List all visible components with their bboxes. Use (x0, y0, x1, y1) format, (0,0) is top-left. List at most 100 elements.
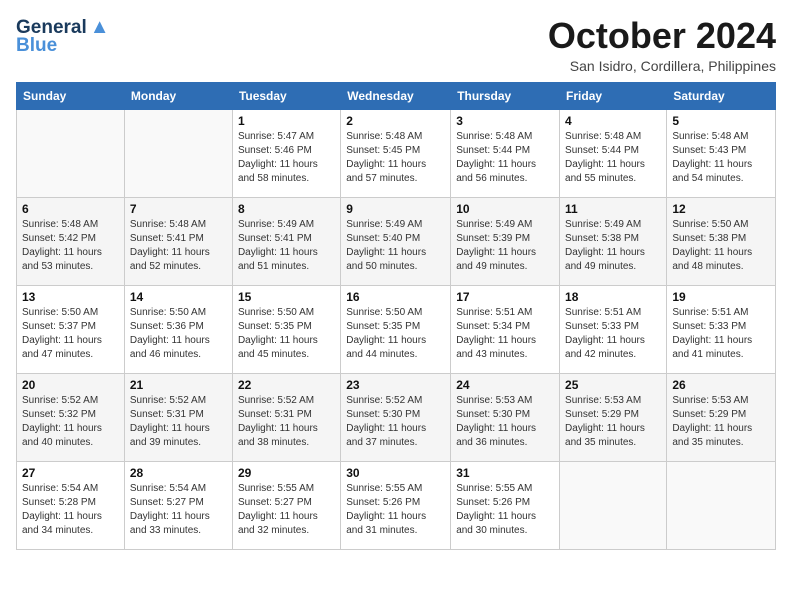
cell-info: Sunrise: 5:52 AMSunset: 5:30 PMDaylight:… (346, 394, 445, 450)
calendar-cell: 15 Sunrise: 5:50 AMSunset: 5:35 PMDayligh… (232, 285, 340, 373)
weekday-header: Sunday (17, 82, 125, 109)
cell-day-number: 7 (130, 202, 227, 216)
calendar-cell: 23 Sunrise: 5:52 AMSunset: 5:30 PMDayligh… (341, 373, 451, 461)
cell-info: Sunrise: 5:54 AMSunset: 5:27 PMDaylight:… (130, 482, 227, 538)
cell-info: Sunrise: 5:50 AMSunset: 5:37 PMDaylight:… (22, 306, 119, 362)
cell-info: Sunrise: 5:53 AMSunset: 5:29 PMDaylight:… (565, 394, 661, 450)
cell-day-number: 6 (22, 202, 119, 216)
cell-info: Sunrise: 5:51 AMSunset: 5:33 PMDaylight:… (672, 306, 770, 362)
month-title: October 2024 (548, 16, 776, 56)
logo: General ▲ Blue (16, 16, 110, 57)
calendar-cell: 30 Sunrise: 5:55 AMSunset: 5:26 PMDayligh… (341, 461, 451, 549)
location-subtitle: San Isidro, Cordillera, Philippines (548, 58, 776, 74)
calendar-cell: 13 Sunrise: 5:50 AMSunset: 5:37 PMDayligh… (17, 285, 125, 373)
cell-info: Sunrise: 5:53 AMSunset: 5:29 PMDaylight:… (672, 394, 770, 450)
calendar-cell: 12Sunrise: 5:50 AMSunset: 5:38 PMDayligh… (667, 197, 776, 285)
logo-bird-icon: ▲ (90, 16, 110, 39)
calendar-cell: 25Sunrise: 5:53 AMSunset: 5:29 PMDayligh… (560, 373, 667, 461)
calendar-cell (124, 109, 232, 197)
cell-info: Sunrise: 5:50 AMSunset: 5:35 PMDaylight:… (238, 306, 335, 362)
calendar-week-row: 13 Sunrise: 5:50 AMSunset: 5:37 PMDayligh… (17, 285, 776, 373)
cell-day-number: 29 (238, 466, 335, 480)
calendar-cell: 21 Sunrise: 5:52 AMSunset: 5:31 PMDayligh… (124, 373, 232, 461)
cell-info: Sunrise: 5:51 AMSunset: 5:33 PMDaylight:… (565, 306, 661, 362)
cell-day-number: 26 (672, 378, 770, 392)
calendar-cell: 19 Sunrise: 5:51 AMSunset: 5:33 PMDayligh… (667, 285, 776, 373)
cell-day-number: 22 (238, 378, 335, 392)
cell-info: Sunrise: 5:52 AMSunset: 5:31 PMDaylight:… (130, 394, 227, 450)
weekday-header: Friday (560, 82, 667, 109)
calendar-cell: 16Sunrise: 5:50 AMSunset: 5:35 PMDayligh… (341, 285, 451, 373)
cell-day-number: 18 (565, 290, 661, 304)
calendar-cell: 10 Sunrise: 5:49 AMSunset: 5:39 PMDayligh… (451, 197, 560, 285)
calendar-cell: 28Sunrise: 5:54 AMSunset: 5:27 PMDayligh… (124, 461, 232, 549)
cell-day-number: 24 (456, 378, 554, 392)
calendar-cell: 11 Sunrise: 5:49 AMSunset: 5:38 PMDayligh… (560, 197, 667, 285)
calendar-cell: 27 Sunrise: 5:54 AMSunset: 5:28 PMDayligh… (17, 461, 125, 549)
cell-info: Sunrise: 5:49 AMSunset: 5:38 PMDaylight:… (565, 218, 661, 274)
calendar-cell: 1 Sunrise: 5:47 AMSunset: 5:46 PMDaylight… (232, 109, 340, 197)
calendar-table: SundayMondayTuesdayWednesdayThursdayFrid… (16, 82, 776, 550)
cell-info: Sunrise: 5:52 AMSunset: 5:31 PMDaylight:… (238, 394, 335, 450)
cell-info: Sunrise: 5:55 AMSunset: 5:26 PMDaylight:… (346, 482, 445, 538)
cell-day-number: 10 (456, 202, 554, 216)
calendar-cell: 20 Sunrise: 5:52 AMSunset: 5:32 PMDayligh… (17, 373, 125, 461)
calendar-cell: 9Sunrise: 5:49 AMSunset: 5:40 PMDaylight… (341, 197, 451, 285)
cell-info: Sunrise: 5:49 AMSunset: 5:39 PMDaylight:… (456, 218, 554, 274)
cell-info: Sunrise: 5:48 AMSunset: 5:44 PMDaylight:… (565, 130, 661, 186)
calendar-cell: 24 Sunrise: 5:53 AMSunset: 5:30 PMDayligh… (451, 373, 560, 461)
calendar-cell: 18 Sunrise: 5:51 AMSunset: 5:33 PMDayligh… (560, 285, 667, 373)
cell-info: Sunrise: 5:53 AMSunset: 5:30 PMDaylight:… (456, 394, 554, 450)
cell-day-number: 3 (456, 114, 554, 128)
cell-day-number: 15 (238, 290, 335, 304)
calendar-cell: 8 Sunrise: 5:49 AMSunset: 5:41 PMDaylight… (232, 197, 340, 285)
weekday-header: Wednesday (341, 82, 451, 109)
calendar-cell: 6 Sunrise: 5:48 AMSunset: 5:42 PMDaylight… (17, 197, 125, 285)
calendar-week-row: 6 Sunrise: 5:48 AMSunset: 5:42 PMDaylight… (17, 197, 776, 285)
calendar-cell: 7 Sunrise: 5:48 AMSunset: 5:41 PMDaylight… (124, 197, 232, 285)
cell-info: Sunrise: 5:51 AMSunset: 5:34 PMDaylight:… (456, 306, 554, 362)
cell-info: Sunrise: 5:48 AMSunset: 5:45 PMDaylight:… (346, 130, 445, 186)
weekday-header-row: SundayMondayTuesdayWednesdayThursdayFrid… (17, 82, 776, 109)
cell-day-number: 20 (22, 378, 119, 392)
cell-info: Sunrise: 5:50 AMSunset: 5:36 PMDaylight:… (130, 306, 227, 362)
cell-day-number: 30 (346, 466, 445, 480)
calendar-cell: 3Sunrise: 5:48 AMSunset: 5:44 PMDaylight… (451, 109, 560, 197)
cell-day-number: 13 (22, 290, 119, 304)
cell-day-number: 5 (672, 114, 770, 128)
calendar-cell: 14Sunrise: 5:50 AMSunset: 5:36 PMDayligh… (124, 285, 232, 373)
cell-day-number: 27 (22, 466, 119, 480)
title-section: October 2024 San Isidro, Cordillera, Phi… (548, 16, 776, 74)
cell-day-number: 31 (456, 466, 554, 480)
cell-info: Sunrise: 5:50 AMSunset: 5:35 PMDaylight:… (346, 306, 445, 362)
cell-info: Sunrise: 5:48 AMSunset: 5:42 PMDaylight:… (22, 218, 119, 274)
cell-info: Sunrise: 5:48 AMSunset: 5:41 PMDaylight:… (130, 218, 227, 274)
cell-day-number: 17 (456, 290, 554, 304)
calendar-cell: 29 Sunrise: 5:55 AMSunset: 5:27 PMDayligh… (232, 461, 340, 549)
calendar-week-row: 20 Sunrise: 5:52 AMSunset: 5:32 PMDayligh… (17, 373, 776, 461)
calendar-cell: 26 Sunrise: 5:53 AMSunset: 5:29 PMDayligh… (667, 373, 776, 461)
cell-info: Sunrise: 5:54 AMSunset: 5:28 PMDaylight:… (22, 482, 119, 538)
cell-day-number: 11 (565, 202, 661, 216)
weekday-header: Tuesday (232, 82, 340, 109)
cell-info: Sunrise: 5:52 AMSunset: 5:32 PMDaylight:… (22, 394, 119, 450)
cell-day-number: 1 (238, 114, 335, 128)
cell-info: Sunrise: 5:49 AMSunset: 5:41 PMDaylight:… (238, 218, 335, 274)
cell-day-number: 8 (238, 202, 335, 216)
calendar-cell (667, 461, 776, 549)
calendar-cell: 31Sunrise: 5:55 AMSunset: 5:26 PMDayligh… (451, 461, 560, 549)
cell-info: Sunrise: 5:55 AMSunset: 5:27 PMDaylight:… (238, 482, 335, 538)
cell-info: Sunrise: 5:49 AMSunset: 5:40 PMDaylight:… (346, 218, 445, 274)
weekday-header: Saturday (667, 82, 776, 109)
cell-info: Sunrise: 5:48 AMSunset: 5:43 PMDaylight:… (672, 130, 770, 186)
cell-day-number: 4 (565, 114, 661, 128)
calendar-week-row: 27 Sunrise: 5:54 AMSunset: 5:28 PMDayligh… (17, 461, 776, 549)
calendar-cell: 5 Sunrise: 5:48 AMSunset: 5:43 PMDaylight… (667, 109, 776, 197)
cell-day-number: 21 (130, 378, 227, 392)
calendar-cell: 2Sunrise: 5:48 AMSunset: 5:45 PMDaylight… (341, 109, 451, 197)
cell-info: Sunrise: 5:47 AMSunset: 5:46 PMDaylight:… (238, 130, 335, 186)
cell-day-number: 19 (672, 290, 770, 304)
weekday-header: Monday (124, 82, 232, 109)
cell-day-number: 23 (346, 378, 445, 392)
calendar-cell (560, 461, 667, 549)
